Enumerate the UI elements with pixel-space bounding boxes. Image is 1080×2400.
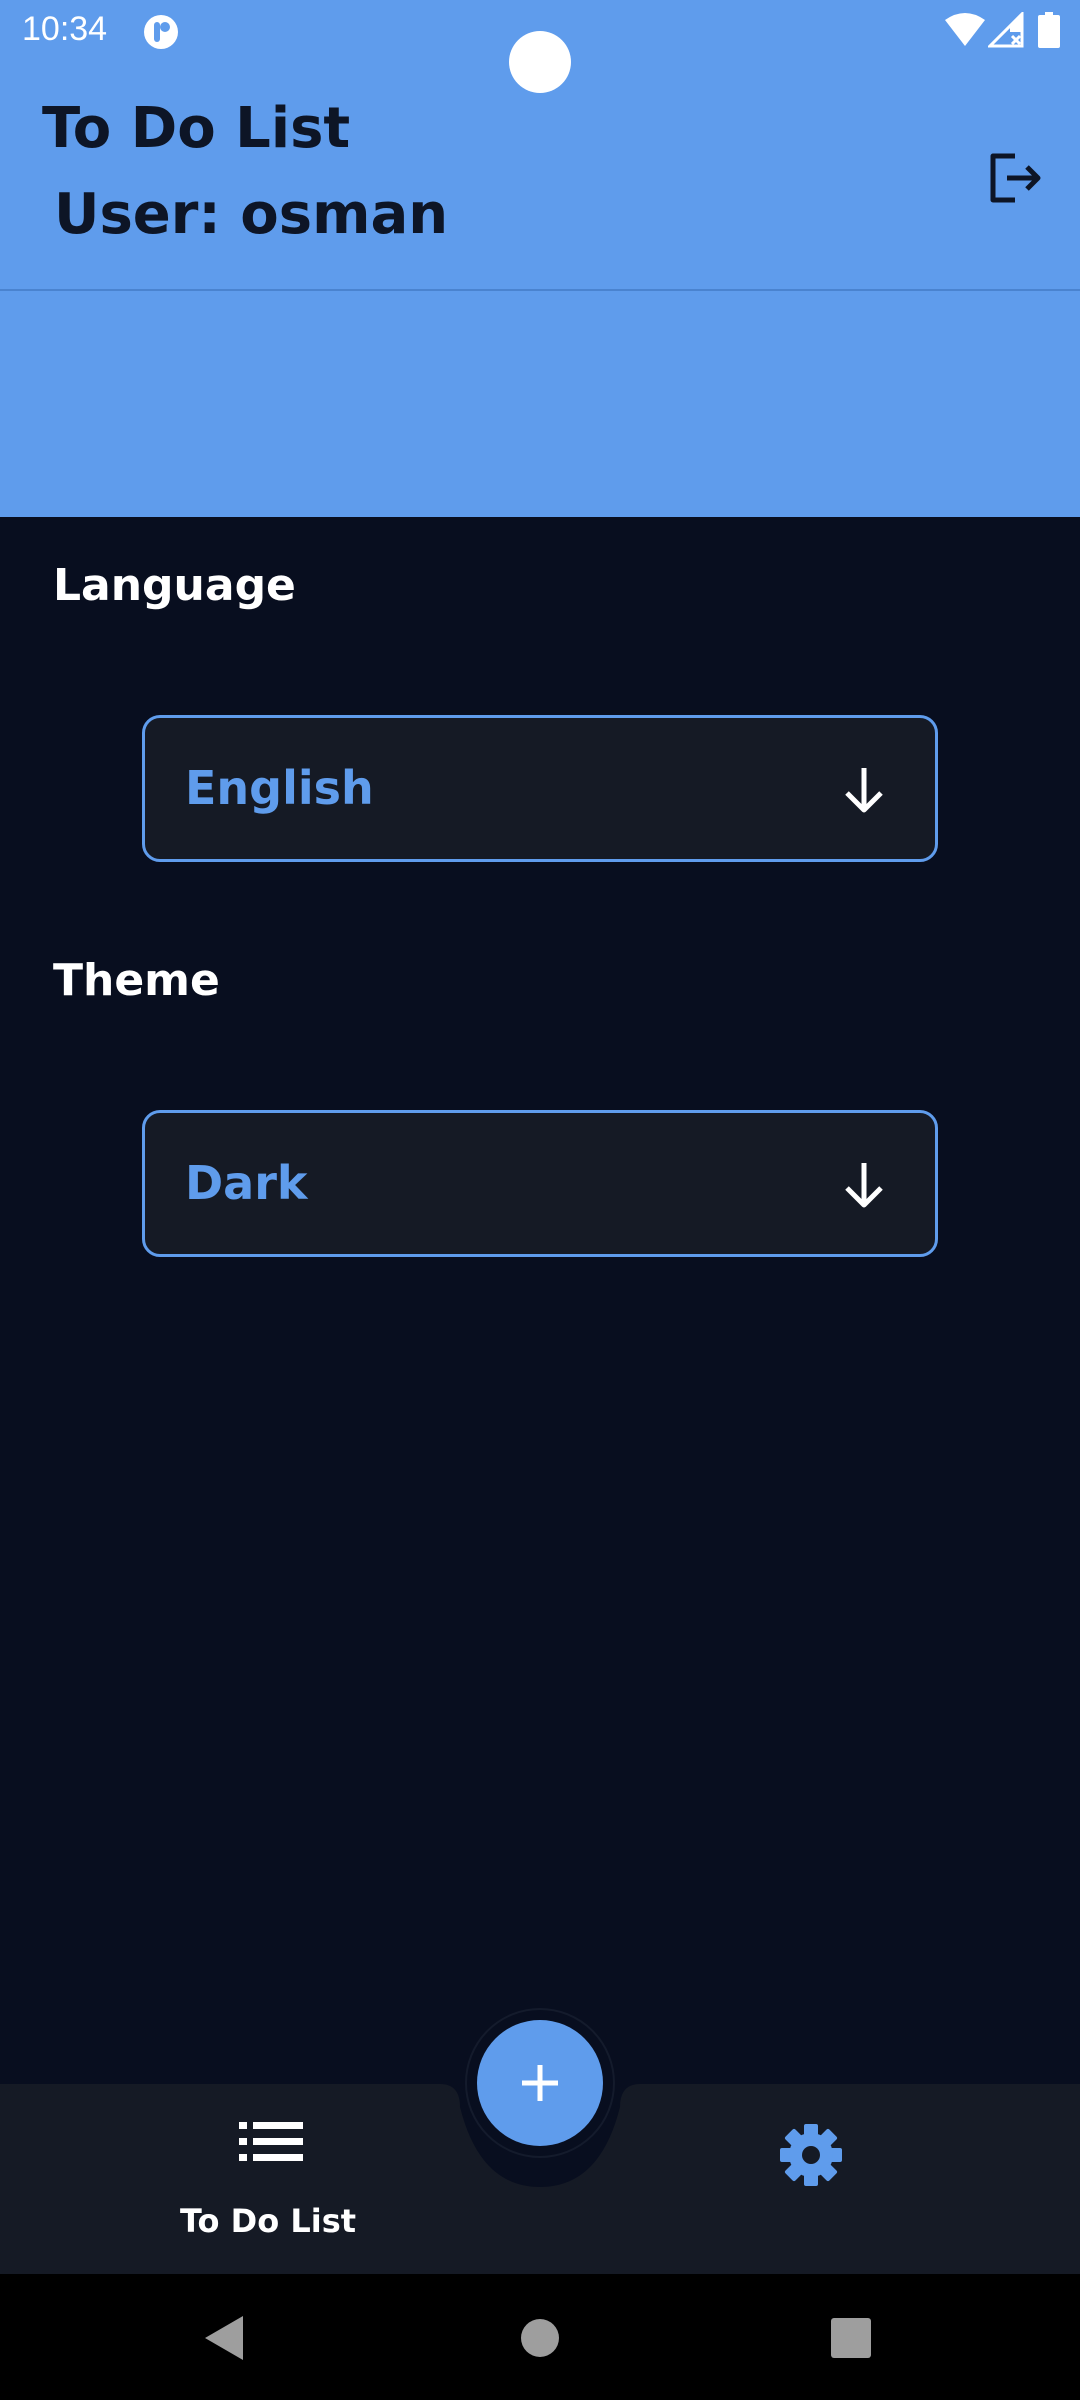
theme-selected-value: Dark (185, 1156, 308, 1210)
signal-icon (988, 12, 1024, 48)
nav-item-todo-list[interactable]: To Do List (148, 2120, 388, 2240)
arrow-down-icon (845, 768, 883, 813)
logout-icon[interactable] (985, 148, 1045, 208)
plus-icon (522, 2065, 558, 2101)
theme-label: Theme (53, 955, 220, 1006)
wifi-icon (945, 13, 985, 46)
status-time: 10:34 (22, 10, 108, 48)
app-header: 10:34 To Do List User: osman (0, 0, 1080, 517)
theme-dropdown[interactable]: Dark (142, 1110, 938, 1257)
header-divider (0, 289, 1080, 291)
notification-app-icon (144, 15, 178, 49)
add-task-button[interactable] (477, 2020, 603, 2146)
language-dropdown[interactable]: English (142, 715, 938, 862)
recents-icon[interactable] (831, 2318, 871, 2358)
battery-icon (1038, 12, 1060, 48)
home-icon[interactable] (520, 2318, 560, 2358)
gear-icon (780, 2124, 842, 2186)
user-label: User: osman (54, 182, 449, 247)
nav-item-settings[interactable] (776, 2120, 846, 2190)
language-label: Language (53, 560, 296, 611)
system-navigation-bar (0, 2274, 1080, 2400)
arrow-down-icon (845, 1163, 883, 1208)
page-title: To Do List (42, 96, 351, 161)
nav-item-todo-label: To Do List (179, 2202, 357, 2240)
language-selected-value: English (185, 761, 374, 815)
list-icon (239, 2122, 303, 2161)
camera-cutout (509, 31, 571, 93)
back-icon[interactable] (203, 2314, 245, 2362)
